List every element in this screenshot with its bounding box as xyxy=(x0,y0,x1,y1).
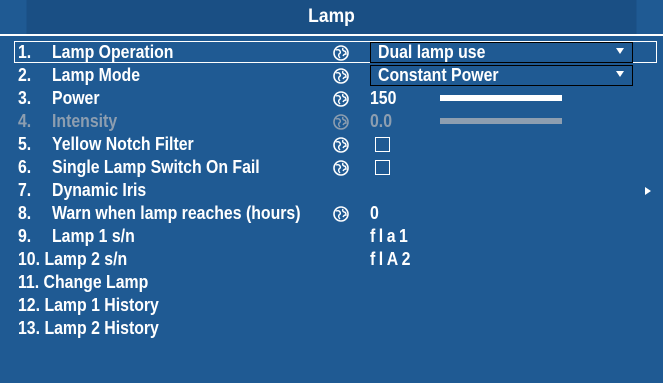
item-label-text: Lamp 2 s/n xyxy=(44,249,128,269)
dropdown-value: Constant Power xyxy=(378,65,499,85)
lamp-operation-dropdown[interactable]: Dual lamp use xyxy=(370,42,633,63)
menu-item-lamp-operation[interactable]: 1. Lamp Operation Dual lamp use xyxy=(0,41,663,64)
item-number: 1. xyxy=(18,42,32,62)
slider-fill xyxy=(440,118,562,124)
item-label: Yellow Notch Filter xyxy=(52,134,194,154)
menu-item-intensity: 4. Intensity 0.0 xyxy=(0,110,663,133)
item-number: 12. xyxy=(18,295,41,315)
item-label: Warn when lamp reaches (hours) xyxy=(52,203,301,223)
item-number: 11. xyxy=(18,272,40,292)
item-number: 4. xyxy=(18,111,32,131)
menu-title: Lamp xyxy=(26,0,637,34)
globe-icon xyxy=(333,114,349,130)
bottom-border xyxy=(0,383,663,385)
item-label: Lamp Mode xyxy=(52,65,141,85)
warn-hours-value[interactable]: 0 xyxy=(370,202,379,225)
item-label: Lamp Operation xyxy=(52,42,174,62)
menu-item-power[interactable]: 3. Power 150 xyxy=(0,87,663,110)
globe-icon xyxy=(333,160,349,176)
menu-item-single-lamp-switch-on-fail[interactable]: 6. Single Lamp Switch On Fail xyxy=(0,156,663,179)
menu-item-lamp-2-sn[interactable]: 10. Lamp 2 s/n flA2 xyxy=(0,248,663,271)
power-value: 150 xyxy=(370,88,397,108)
single-lamp-switch-checkbox[interactable] xyxy=(375,160,390,175)
item-number: 5. xyxy=(18,134,32,154)
dropdown-value: Dual lamp use xyxy=(378,42,486,62)
item-label: Single Lamp Switch On Fail xyxy=(52,157,260,177)
item-label: 11. Change Lamp xyxy=(18,271,148,294)
intensity-slider xyxy=(440,118,562,124)
globe-icon xyxy=(333,206,349,222)
globe-icon xyxy=(333,68,349,84)
item-number: 2. xyxy=(18,65,32,85)
item-number: 7. xyxy=(18,180,32,200)
item-label: Power xyxy=(52,88,100,108)
power-slider[interactable] xyxy=(440,95,562,101)
item-label-text: Lamp 2 History xyxy=(44,318,159,338)
intensity-value: 0.0 xyxy=(370,111,393,131)
item-number: 9. xyxy=(18,226,32,246)
item-label: 10. Lamp 2 s/n xyxy=(18,248,127,271)
slider-fill xyxy=(440,95,562,101)
lamp-menu-panel: Lamp 1. Lamp Operation Dual lamp use 2. … xyxy=(0,0,663,383)
item-label: 13. Lamp 2 History xyxy=(18,317,159,340)
menu-item-dynamic-iris[interactable]: 7. Dynamic Iris xyxy=(0,179,663,202)
globe-icon xyxy=(333,91,349,107)
item-number: 8. xyxy=(18,203,32,223)
menu-item-lamp-1-sn[interactable]: 9. Lamp 1 s/n fla1 xyxy=(0,225,663,248)
menu-item-lamp-mode[interactable]: 2. Lamp Mode Constant Power xyxy=(0,64,663,87)
item-number: 6. xyxy=(18,157,32,177)
item-label: 12. Lamp 1 History xyxy=(18,294,159,317)
item-number: 3. xyxy=(18,88,32,108)
yellow-notch-filter-checkbox[interactable] xyxy=(375,137,390,152)
item-label: Lamp 1 s/n xyxy=(52,226,135,246)
item-label-text: Lamp 1 History xyxy=(44,295,159,315)
chevron-down-icon xyxy=(616,48,624,54)
item-label: Dynamic Iris xyxy=(52,180,147,200)
lamp-1-serial-value[interactable]: fla1 xyxy=(370,225,411,248)
menu-item-lamp-1-history[interactable]: 12. Lamp 1 History xyxy=(0,294,663,317)
menu-item-lamp-2-history[interactable]: 13. Lamp 2 History xyxy=(0,317,663,340)
title-divider xyxy=(0,34,663,36)
item-number: 13. xyxy=(18,318,41,338)
menu-item-warn-hours[interactable]: 8. Warn when lamp reaches (hours) 0 xyxy=(0,202,663,225)
item-label: Intensity xyxy=(52,111,118,131)
menu-item-yellow-notch-filter[interactable]: 5. Yellow Notch Filter xyxy=(0,133,663,156)
item-label-text: Change Lamp xyxy=(43,272,149,292)
lamp-2-serial-value[interactable]: flA2 xyxy=(370,248,414,271)
lamp-mode-dropdown[interactable]: Constant Power xyxy=(370,65,633,86)
globe-icon xyxy=(333,137,349,153)
item-number: 10. xyxy=(18,249,41,269)
menu-item-change-lamp[interactable]: 11. Change Lamp xyxy=(0,271,663,294)
globe-icon xyxy=(333,45,349,61)
chevron-right-icon xyxy=(645,187,651,195)
chevron-down-icon xyxy=(616,71,624,77)
